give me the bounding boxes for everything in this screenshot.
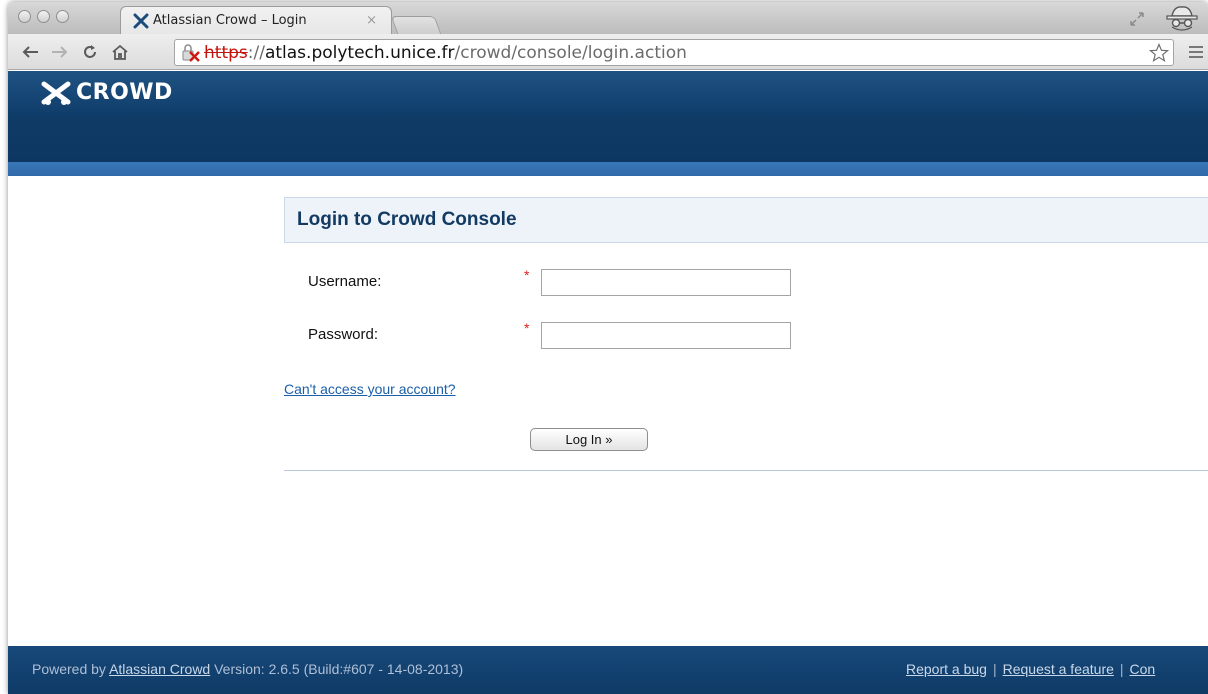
required-marker: * — [524, 320, 530, 336]
fullscreen-icon[interactable] — [1128, 10, 1146, 28]
close-window-button[interactable] — [18, 10, 31, 23]
browser-menu-icon[interactable] — [1188, 45, 1204, 59]
tab-title: Atlassian Crowd – Login — [153, 13, 307, 28]
footer-separator: | — [992, 661, 997, 677]
crowd-logo-text: CROWD — [76, 80, 173, 105]
login-panel: Login to Crowd Console Username: * Passw… — [284, 197, 1208, 472]
tab-close-icon[interactable]: × — [366, 13, 377, 28]
window-controls — [18, 10, 69, 23]
username-row: Username: * — [284, 267, 1208, 297]
header-blue-stripe — [8, 162, 1208, 176]
password-row: Password: * — [284, 320, 1208, 350]
login-button[interactable]: Log In » — [530, 428, 648, 451]
home-icon[interactable] — [110, 42, 130, 62]
crowd-logo-icon — [41, 81, 71, 105]
bookmark-star-icon[interactable] — [1149, 43, 1169, 63]
crowd-header: CROWD — [8, 71, 1208, 116]
footer-version-info: Powered by Atlassian Crowd Version: 2.6.… — [32, 661, 463, 677]
password-label: Password: — [308, 326, 379, 343]
browser-toolbar: https://atlas.polytech.unice.fr/crowd/co… — [8, 34, 1208, 70]
panel-divider — [284, 470, 1208, 471]
new-tab-button[interactable] — [390, 16, 442, 34]
minimize-window-button[interactable] — [37, 10, 50, 23]
incognito-icon — [1166, 6, 1198, 31]
broken-lock-icon[interactable] — [181, 43, 201, 62]
browser-window: Atlassian Crowd – Login × https:// atla… — [8, 2, 1208, 694]
zoom-window-button[interactable] — [56, 10, 69, 23]
username-label: Username: — [308, 273, 382, 290]
forgot-account-link[interactable]: Can't access your account? — [284, 381, 456, 397]
footer-product-link[interactable]: Atlassian Crowd — [109, 661, 210, 677]
url-host: atlas.polytech.unice.fr — [264, 42, 455, 63]
back-icon[interactable] — [20, 42, 40, 62]
address-bar[interactable]: https://atlas.polytech.unice.fr/crowd/co… — [174, 39, 1174, 66]
username-input[interactable] — [541, 269, 791, 296]
page-title: Login to Crowd Console — [297, 209, 517, 230]
request-feature-link[interactable]: Request a feature — [1003, 661, 1114, 677]
footer: Powered by Atlassian Crowd Version: 2.6.… — [8, 646, 1208, 694]
required-marker: * — [524, 267, 530, 283]
footer-version: Version: 2.6.5 (Build:#607 - 14-08-2013) — [214, 661, 464, 677]
password-input[interactable] — [541, 322, 791, 349]
tab-strip: Atlassian Crowd – Login × — [8, 2, 1208, 34]
forward-icon[interactable] — [50, 42, 70, 62]
main-content: Login to Crowd Console Username: * Passw… — [8, 176, 1208, 646]
footer-separator: | — [1119, 661, 1124, 677]
contact-link[interactable]: Con — [1130, 661, 1156, 677]
footer-links: Report a bug | Request a feature | Con — [906, 661, 1155, 677]
crowd-favicon-icon — [133, 13, 149, 28]
login-panel-header: Login to Crowd Console — [284, 197, 1208, 243]
url-separator: :// — [247, 42, 265, 63]
url-path: /crowd/console/login.action — [454, 42, 687, 63]
footer-powered-by: Powered by — [32, 661, 106, 677]
tab-active[interactable]: Atlassian Crowd – Login × — [120, 6, 392, 34]
url-scheme: https — [204, 42, 248, 63]
crowd-logo[interactable]: CROWD — [40, 80, 173, 105]
reload-icon[interactable] — [80, 42, 100, 62]
report-bug-link[interactable]: Report a bug — [906, 661, 987, 677]
header-shadow-band — [8, 116, 1208, 162]
